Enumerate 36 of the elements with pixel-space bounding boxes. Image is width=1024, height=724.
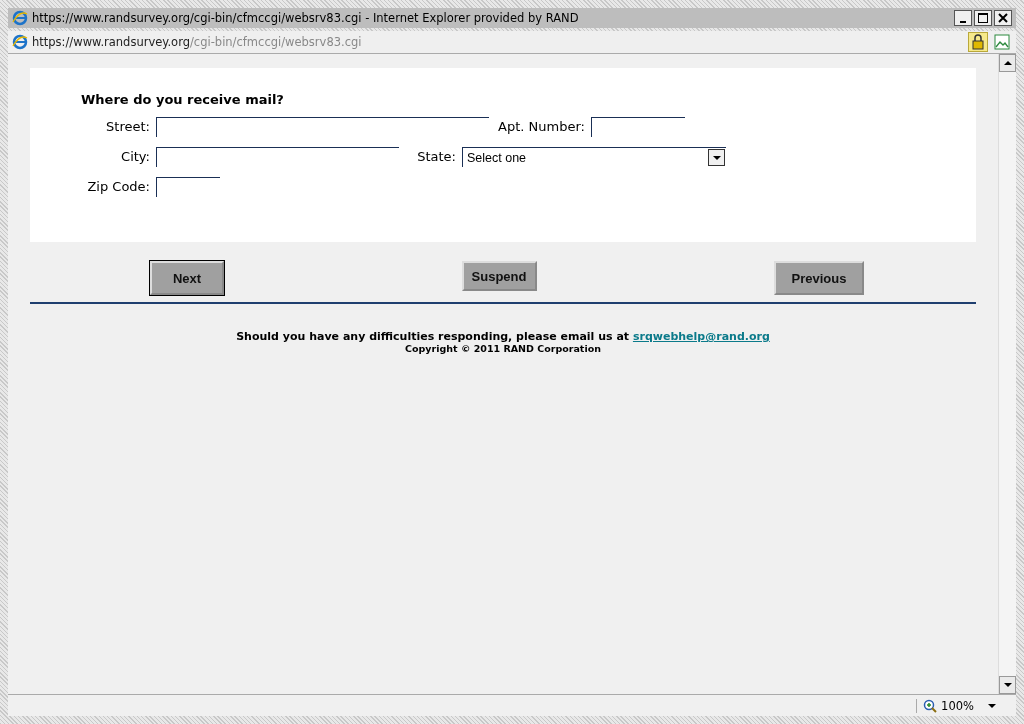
state-dropdown[interactable]: Select one xyxy=(462,147,726,167)
vertical-scrollbar[interactable] xyxy=(998,54,1016,694)
zoom-icon xyxy=(923,698,938,713)
padlock-icon[interactable] xyxy=(968,32,988,52)
browser-logo-icon xyxy=(12,10,28,26)
help-text: Should you have any difficulties responding, please email us at srqwebhelp@rand.org xyxy=(236,330,770,343)
scroll-down-button[interactable] xyxy=(999,676,1016,694)
caret-icon xyxy=(988,703,996,708)
picture-icon[interactable] xyxy=(992,32,1012,52)
email-link[interactable]: srqwebhelp@rand.org xyxy=(632,330,770,343)
address-bar[interactable]: https://www.randsurvey.org/cgi-bin/cfmccgi/websrv83.cgi xyxy=(8,31,1016,54)
browser-logo-icon xyxy=(12,34,28,50)
field-label: Street: xyxy=(105,119,151,134)
dropdown-caret-icon[interactable] xyxy=(708,149,725,166)
maximize-icon xyxy=(978,13,988,23)
field-label: Zip Code: xyxy=(86,179,151,194)
form-heading: Where do you receive mail? xyxy=(81,92,285,107)
suspend-button[interactable]: Suspend xyxy=(461,261,537,291)
field-label: Apt. Number: xyxy=(497,119,586,134)
down-arrow-icon xyxy=(1003,683,1012,687)
window-title: https://www.randsurvey.org/cgi-bin/cfmccgi/websrv83.cgi - Internet Explorer provided by RAND xyxy=(32,11,579,25)
up-arrow-icon xyxy=(1003,61,1012,65)
minimize-icon xyxy=(960,20,966,23)
url-host: https://www.randsurvey.org xyxy=(32,35,190,49)
scroll-up-button[interactable] xyxy=(999,54,1016,72)
copyright-text: Copyright © 2011 RAND Corporation xyxy=(405,343,601,354)
close-icon xyxy=(998,13,1008,23)
field-label: State: xyxy=(416,149,457,164)
minimize-button[interactable] xyxy=(954,10,972,26)
maximize-button[interactable] xyxy=(974,10,992,26)
previous-button[interactable]: Previous xyxy=(774,261,864,295)
zoom-control[interactable]: 100% xyxy=(916,698,996,713)
close-button[interactable] xyxy=(994,10,1012,26)
field-label: City: xyxy=(120,149,151,164)
url-path: /cgi-bin/cfmccgi/websrv83.cgi xyxy=(190,35,362,49)
next-button[interactable]: Next xyxy=(150,261,224,295)
